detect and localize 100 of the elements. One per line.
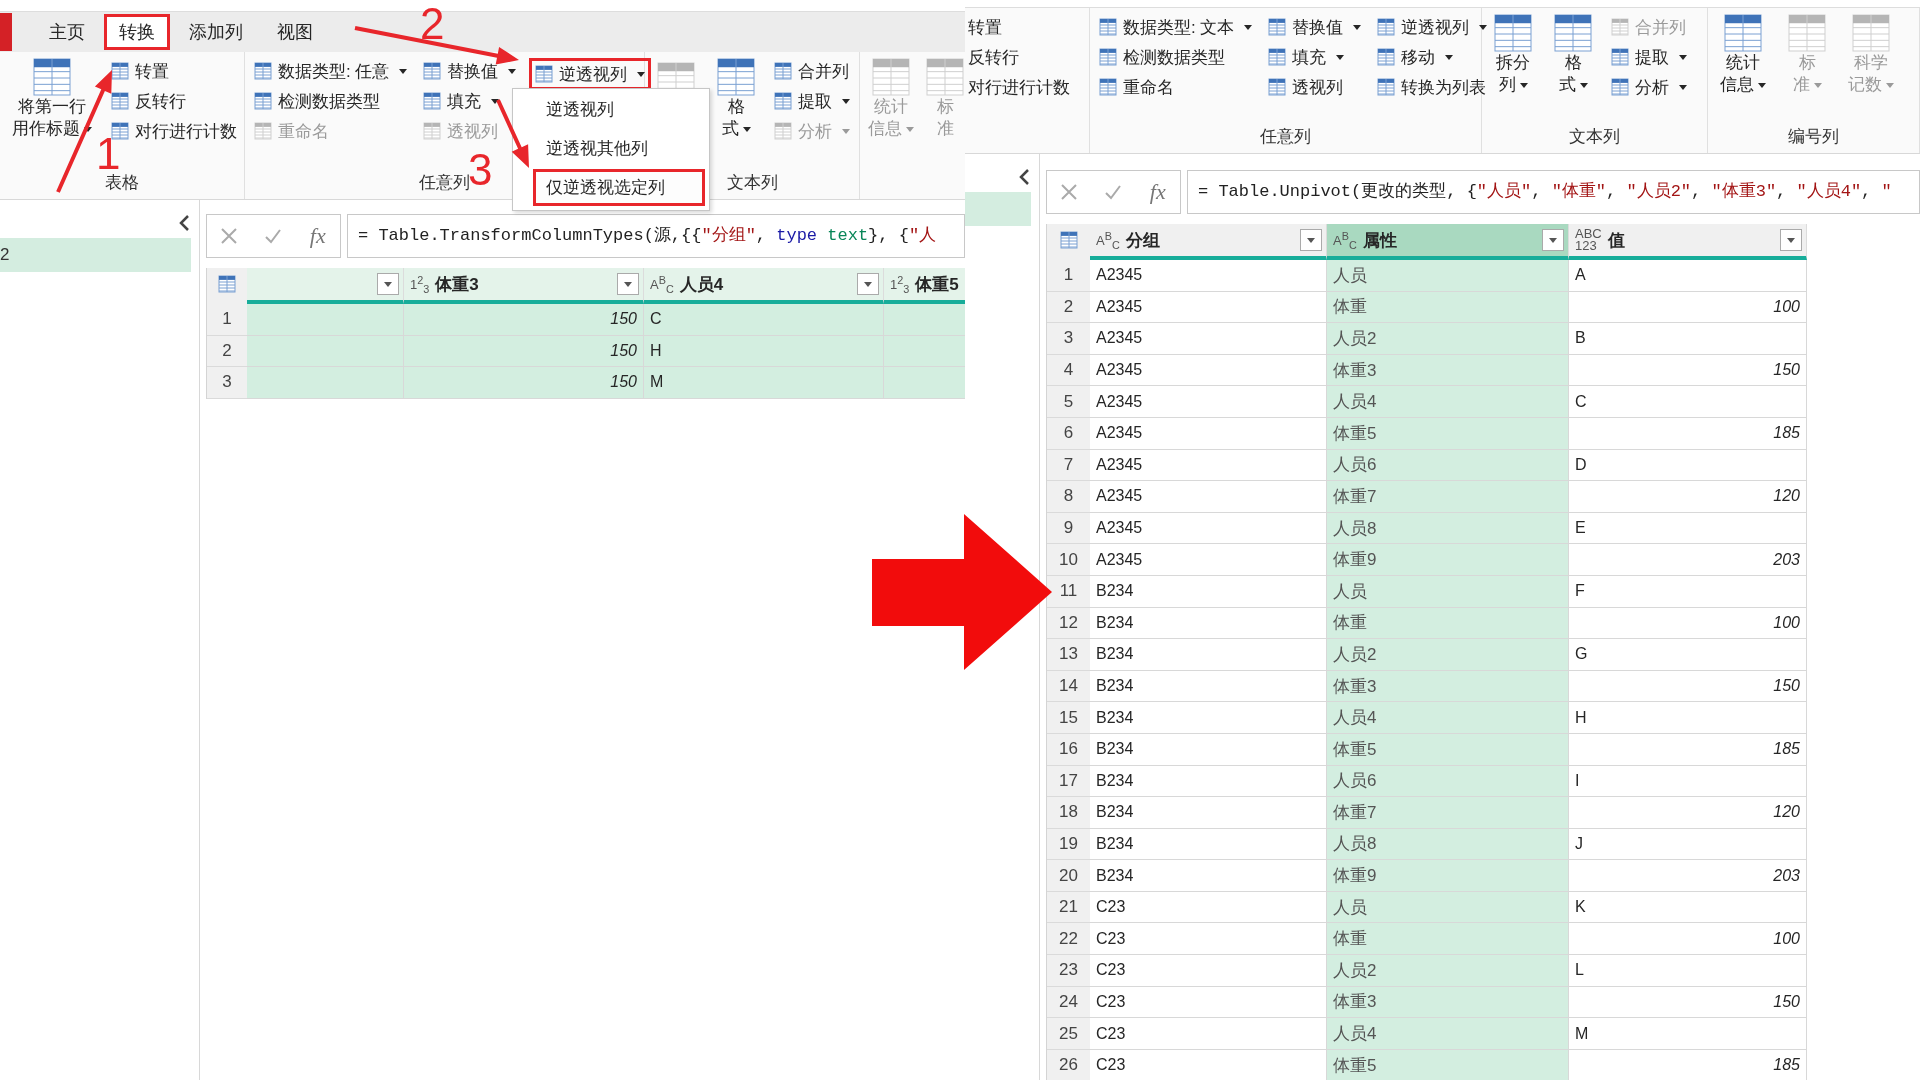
row-number: 7 (1047, 449, 1090, 482)
table-cell: 人员8 (1327, 512, 1569, 545)
ribbon-button[interactable]: 格 式 (1548, 14, 1598, 96)
table-cell: C23 (1090, 891, 1327, 924)
table-cell: 体重5 (1327, 417, 1569, 450)
table-icon (423, 92, 442, 110)
collapse-icon[interactable] (177, 214, 191, 232)
ribbon-button[interactable]: 数据类型: 文本 (1096, 14, 1256, 40)
table-cell: 150 (1569, 986, 1807, 1019)
collapse-icon[interactable] (1017, 168, 1031, 186)
row-number: 3 (1047, 323, 1090, 355)
ribbon-button[interactable]: 反转行 (965, 44, 1073, 70)
close-icon (1059, 182, 1080, 202)
filter-button[interactable] (857, 273, 879, 295)
ribbon-button[interactable]: 转换为列表 (1374, 74, 1491, 100)
ribbon-button[interactable]: 逆透视列 (1374, 14, 1491, 40)
fx-button[interactable]: fx (303, 222, 332, 250)
ribbon-button[interactable]: 转置 (965, 14, 1073, 40)
row-number: 14 (1047, 670, 1090, 703)
ribbon-tab[interactable]: 添加列 (174, 14, 258, 50)
table-icon (1268, 48, 1287, 66)
table-cell: A2345 (1090, 260, 1327, 292)
table-icon (872, 58, 910, 96)
group-label: 编号列 (1788, 126, 1839, 148)
ribbon-button[interactable]: 反转行 (108, 88, 240, 114)
column-name: 人员4 (679, 273, 725, 296)
menu-item[interactable]: 逆透视其他列 (533, 130, 705, 167)
filter-button[interactable] (1780, 229, 1802, 251)
ribbon-button[interactable]: 检测数据类型 (251, 88, 411, 114)
filter-button[interactable] (617, 273, 639, 295)
ribbon-button[interactable]: 合并列 (771, 58, 853, 84)
ribbon-button[interactable]: 格 式 (711, 58, 761, 140)
row-number: 18 (1047, 797, 1090, 829)
row-number: 25 (1047, 1018, 1090, 1050)
column-header[interactable]: A$^{B}$$_{C}$ 人员4 (644, 268, 884, 304)
ribbon-button[interactable]: 移动 (1374, 44, 1491, 70)
row-number: 2 (207, 335, 247, 368)
column-header[interactable]: 1$^{2}$$_{3}$ 体重5 (884, 268, 965, 304)
column-header[interactable]: 1$^{2}$$_{3}$ 体重3 (404, 268, 644, 304)
filter-button[interactable] (377, 273, 399, 295)
table-icon (1611, 78, 1629, 96)
ribbon-button[interactable]: 拆分 列 (1488, 14, 1538, 96)
table-icon (1099, 18, 1117, 36)
table-menu-button[interactable] (207, 268, 247, 304)
table-cell: C23 (1090, 923, 1327, 956)
caret-icon (864, 281, 872, 287)
table-cell: B234 (1090, 860, 1327, 892)
menu-item[interactable]: 仅逆透视选定列 (533, 169, 705, 206)
group-label: 表格 (105, 172, 139, 194)
annotation-arrow (496, 99, 529, 168)
ribbon-tab[interactable]: 转换 (104, 14, 170, 50)
row-number: 5 (1047, 386, 1090, 418)
table-cell: B234 (1090, 607, 1327, 640)
ribbon-button[interactable]: 检测数据类型 (1096, 44, 1256, 70)
table-icon (1724, 14, 1762, 52)
column-header[interactable]: A$^{B}$$_{C}$ 分组 (1090, 224, 1327, 260)
caret-icon (1679, 54, 1687, 60)
close-icon (219, 226, 240, 246)
fx-button[interactable]: fx (1143, 178, 1172, 206)
column-header[interactable]: A$^{B}$$_{C}$ 属性 (1327, 224, 1569, 260)
ribbon-button[interactable]: 分析 (1608, 74, 1690, 100)
row-number: 3 (207, 367, 247, 399)
caret-icon (906, 127, 914, 132)
caret-icon (742, 127, 751, 132)
ribbon-button[interactable]: 重命名 (1096, 74, 1256, 100)
table-cell: I (1569, 765, 1807, 798)
column-name: 属性 (1362, 229, 1398, 252)
ribbon-button[interactable]: 数据类型: 任意 (251, 58, 411, 84)
caret-icon (1519, 83, 1528, 88)
ribbon-tab[interactable]: 视图 (262, 14, 328, 50)
ribbon-button[interactable]: 对行进行计数 (965, 74, 1073, 100)
column-name: 分组 (1125, 229, 1161, 252)
ribbon-tab[interactable]: 主页 (34, 14, 100, 50)
table-cell: A2345 (1090, 544, 1327, 576)
filter-button[interactable] (1300, 229, 1322, 251)
caret-icon (1479, 24, 1488, 30)
ribbon-button[interactable]: 提取 (771, 88, 853, 114)
table-cell: A2345 (1090, 417, 1327, 450)
table-icon (1494, 14, 1532, 52)
table-cell: A (1569, 260, 1807, 292)
formula-field[interactable]: = Table.Unpivot(更改的类型, {"人员", "体重", "人员2", "体重3", "人员4", " (1187, 170, 1920, 214)
filter-button[interactable] (1542, 229, 1564, 251)
table-icon (1852, 14, 1890, 52)
formula-field[interactable]: = Table.TransformColumnTypes(源,{{"分组", type text}, {"人 (347, 214, 965, 258)
query-item[interactable]: 2 (0, 238, 191, 272)
ribbon-button[interactable]: 逆透视列 (529, 58, 652, 90)
ribbon-button[interactable]: 填充 (1265, 44, 1365, 70)
table-cell: 150 (404, 304, 644, 336)
menu-item[interactable]: 逆透视列 (533, 91, 705, 128)
ribbon-button[interactable]: 统计 信息 (1714, 14, 1772, 96)
row-number: 15 (1047, 702, 1090, 734)
ribbon-button[interactable]: 透视列 (1265, 74, 1365, 100)
table-cell: E (1569, 512, 1807, 545)
table-icon (1377, 18, 1396, 36)
ribbon-button[interactable]: 替换值 (1265, 14, 1365, 40)
caret-icon (1353, 24, 1362, 30)
table-icon (423, 62, 442, 80)
table-cell: 体重7 (1327, 481, 1569, 513)
ribbon-button[interactable]: 提取 (1608, 44, 1690, 70)
table-cell: 体重9 (1327, 544, 1569, 576)
